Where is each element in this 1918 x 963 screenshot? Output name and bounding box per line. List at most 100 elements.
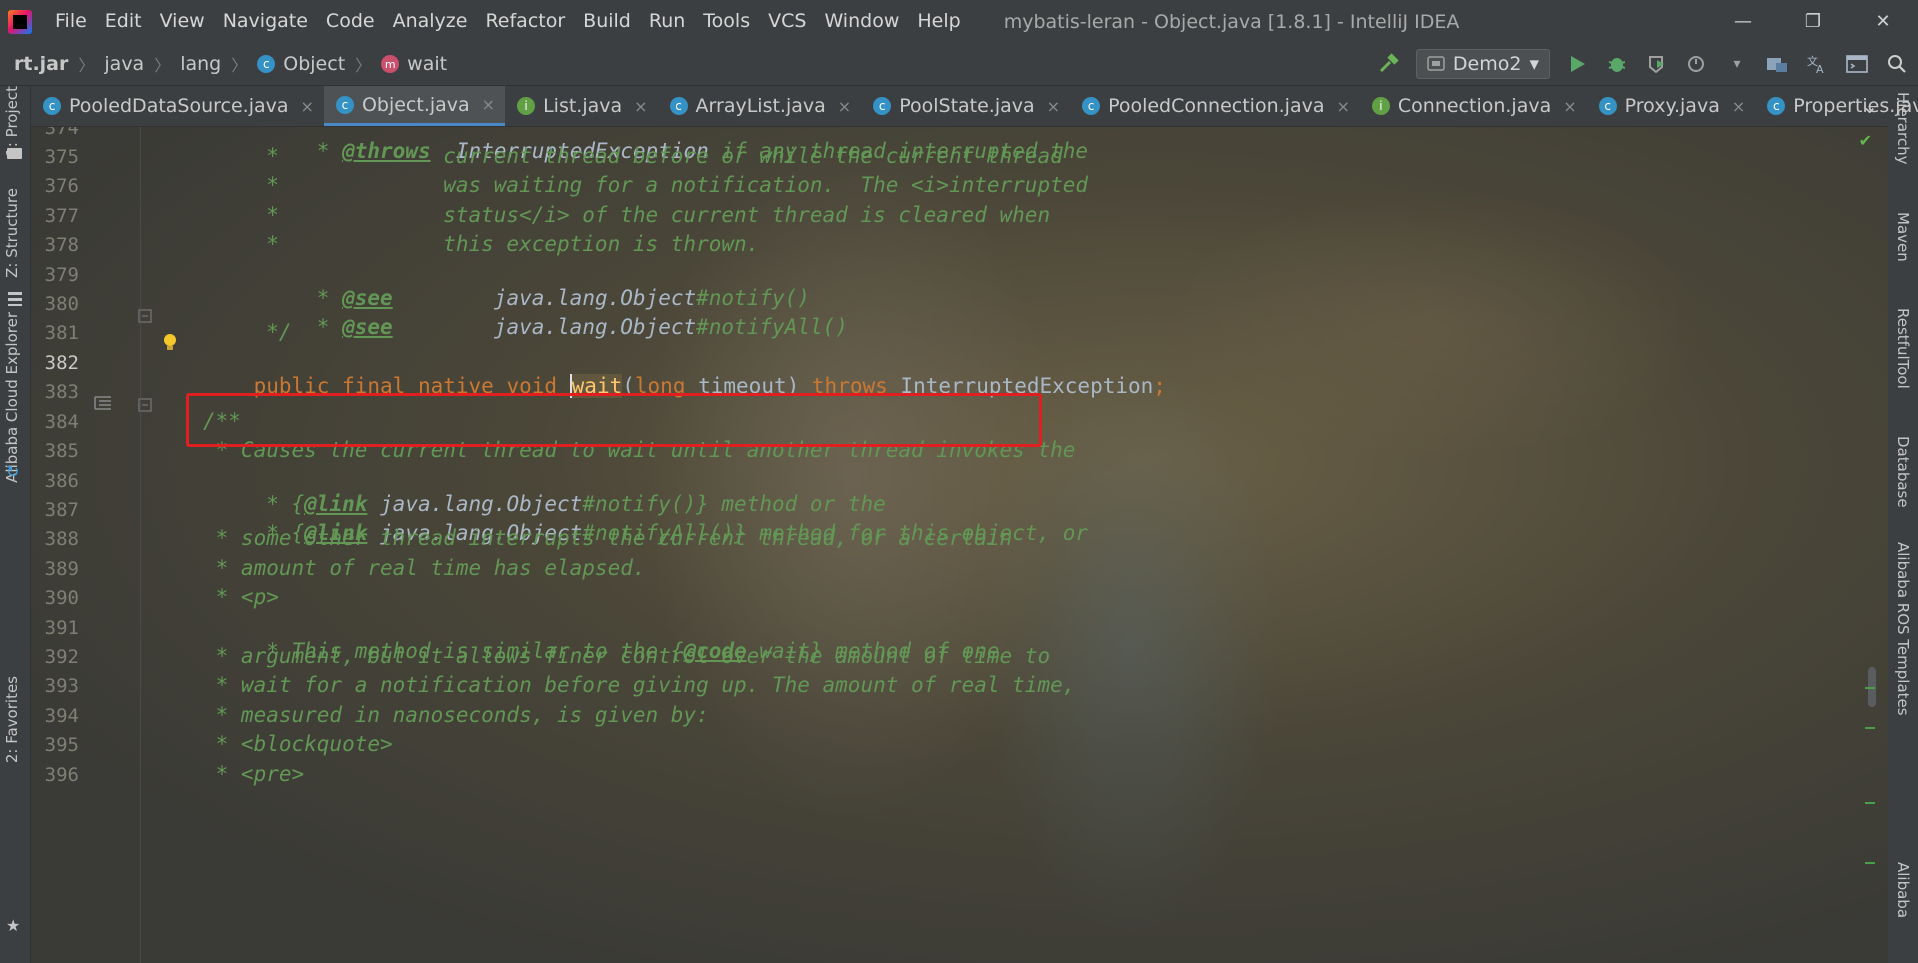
minimize-button[interactable]: — [1708,0,1778,43]
alibaba-tool-tab[interactable]: Alibaba [1894,862,1912,918]
window-controls: — ❐ ✕ [1708,0,1918,43]
close-tab-icon[interactable]: × [634,97,647,116]
code-line: * wait for a notification before giving … [203,673,1076,697]
breadcrumb-wait[interactable]: m wait [381,53,447,75]
error-stripe-marker[interactable] [1865,727,1875,729]
favorites-tool-tab[interactable]: 2: Favorites [3,676,21,763]
tab-proxy[interactable]: c Proxy.java × [1587,86,1756,126]
intellij-logo-icon [8,9,32,34]
tab-label: Proxy.java [1624,95,1720,117]
alibaba-cloud-icon: ↻ [6,462,20,481]
profile-icon[interactable] [1684,51,1710,77]
class-icon: c [257,55,276,73]
error-stripe-marker[interactable] [1865,862,1875,864]
tab-properties[interactable]: c Properties.java × [1755,86,1918,126]
tab-poolstate[interactable]: c PoolState.java × [861,86,1070,126]
title-bar: File Edit View Navigate Code Analyze Ref… [0,0,1918,43]
breadcrumb-java[interactable]: java [104,53,144,75]
menu-help[interactable]: Help [908,0,969,43]
code-line: * <p> [203,585,279,609]
menu-run[interactable]: Run [640,0,694,43]
close-tab-icon[interactable]: × [1732,97,1745,116]
close-tab-icon[interactable]: × [1336,97,1349,116]
debug-icon[interactable] [1604,51,1630,77]
class-icon: c [1082,97,1101,115]
terminal-icon[interactable] [1844,51,1870,77]
editor-tab-bar: c PooledDataSource.java × c Object.java … [31,86,1918,127]
run-config-label: Demo2 [1452,53,1522,75]
menu-edit[interactable]: Edit [96,0,151,43]
editor-scrollbar[interactable] [1866,127,1878,963]
render-doc-icon[interactable] [93,395,113,411]
tab-object[interactable]: c Object.java × [323,86,506,126]
close-button[interactable]: ✕ [1848,0,1918,43]
menu-window[interactable]: Window [815,0,908,43]
menu-build[interactable]: Build [574,0,640,43]
coverage-icon[interactable] [1644,51,1670,77]
menu-vcs[interactable]: VCS [759,0,815,43]
project-tool-tab[interactable]: 1: Project [3,86,21,157]
tab-connection[interactable]: i Connection.java × [1360,86,1587,126]
chevron-down-icon[interactable]: ▾ [1724,51,1750,77]
tab-label: Object.java [361,93,470,116]
tab-label: ArrayList.java [695,95,826,117]
tab-pooleddatasource[interactable]: c PooledDataSource.java × [31,86,324,126]
interface-icon: i [517,97,536,115]
menu-analyze[interactable]: Analyze [384,0,477,43]
breadcrumb-object-label: Object [283,53,346,75]
close-tab-icon[interactable]: × [482,95,495,114]
alibaba-ros-templates-tab[interactable]: Alibaba ROS Templates [1894,542,1912,716]
project-structure-icon[interactable] [1764,51,1790,77]
restore-button[interactable]: ❐ [1778,0,1848,43]
breadcrumb-object[interactable]: c Object [257,53,345,75]
class-icon: c [335,95,354,114]
restfultool-tab[interactable]: RestfulTool [1894,308,1912,389]
code-line: * status</i> of the current thread is cl… [203,203,1051,227]
structure-tool-tab[interactable]: Z: Structure [3,188,21,278]
method-icon: m [381,55,400,73]
run-configuration-dropdown[interactable]: Demo2 ▾ [1415,49,1550,79]
error-stripe-marker[interactable] [1865,687,1875,689]
code-line: * <blockquote> [203,732,393,756]
maven-tool-tab[interactable]: Maven [1894,212,1912,262]
code-editor[interactable]: 374 375 376 377 378 379 380 381 382 383 … [31,127,1888,963]
show-hidden-tabs-icon[interactable]: ⌄ [1861,86,1878,126]
structure-tool-icon [8,292,22,306]
breadcrumb-wait-label: wait [407,53,448,75]
search-icon[interactable] [1884,51,1910,77]
close-tab-icon[interactable]: × [1563,97,1576,116]
close-tab-icon[interactable]: × [838,97,851,116]
tab-arraylist[interactable]: c ArrayList.java × [658,86,862,126]
star-icon: ★ [6,916,21,935]
alibaba-cloud-explorer-tab[interactable]: Alibaba Cloud Explorer [3,312,21,483]
lightbulb-icon[interactable] [162,333,178,353]
menu-tools[interactable]: Tools [694,0,759,43]
menu-navigate[interactable]: Navigate [214,0,317,43]
code-line: * argument, but it allows finer control … [203,644,1051,668]
tab-pooledconnection[interactable]: c PooledConnection.java × [1070,86,1360,126]
tab-list[interactable]: i List.java × [505,86,657,126]
run-icon[interactable] [1564,51,1590,77]
code-line: * <pre> [203,762,305,786]
menu-code[interactable]: Code [317,0,384,43]
menu-refactor[interactable]: Refactor [476,0,574,43]
breadcrumb-separator: 〉 [231,56,248,75]
menu-file[interactable]: File [46,0,96,43]
breadcrumb-lang[interactable]: lang [180,53,221,75]
build-hammer-icon[interactable] [1376,51,1402,77]
editor-gutter: 374 375 376 377 378 379 380 381 382 383 … [31,127,152,963]
line-number: 378 [44,234,79,256]
menu-view[interactable]: View [151,0,214,43]
line-number: 377 [44,205,79,227]
breadcrumb-rt-jar[interactable]: rt.jar [14,53,68,75]
close-tab-icon[interactable]: × [301,97,314,116]
database-tool-tab[interactable]: Database [1894,436,1912,508]
close-tab-icon[interactable]: × [1047,97,1060,116]
line-number: 376 [44,175,79,197]
translate-icon[interactable]: 文A [1804,51,1830,77]
breadcrumb-separator: 〉 [355,56,372,75]
left-tool-window-strip: 1: Project Z: Structure Alibaba Cloud Ex… [0,86,31,963]
error-stripe-marker[interactable] [1865,802,1875,804]
line-number: 395 [44,734,79,756]
breadcrumb-separator: 〉 [154,56,171,75]
